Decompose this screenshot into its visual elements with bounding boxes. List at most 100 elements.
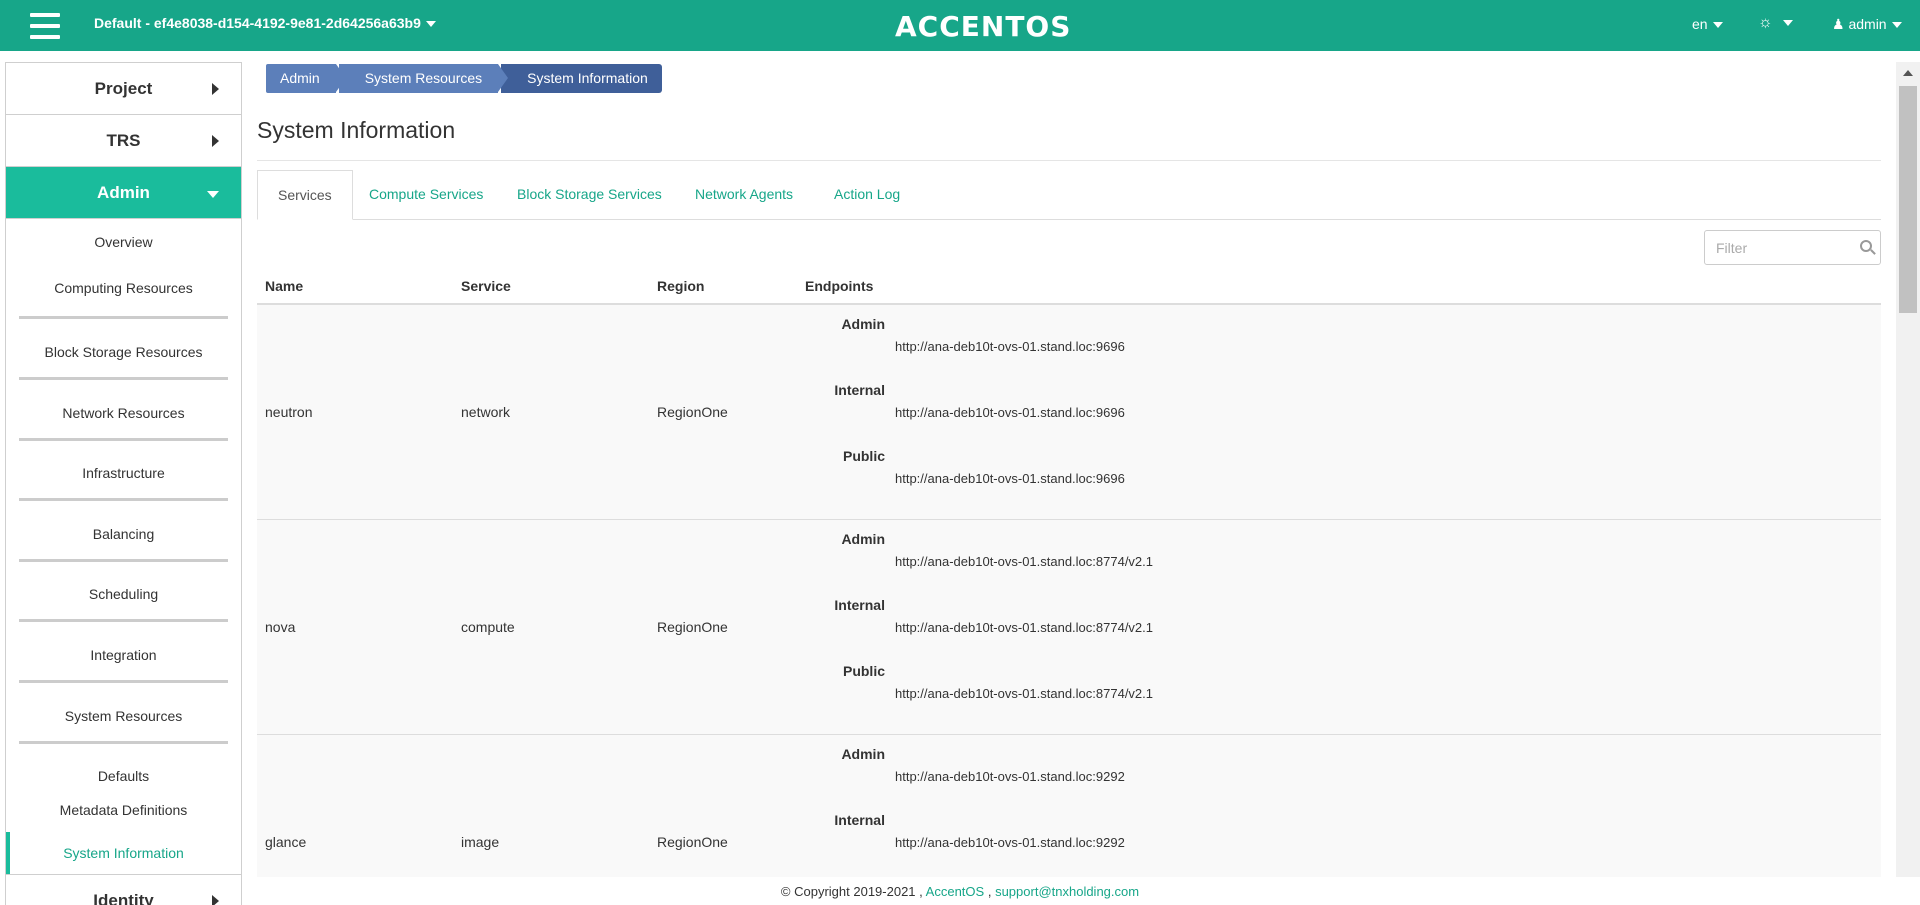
sidebar-section-trs[interactable]: TRS <box>6 115 241 167</box>
endpoint-label-internal: Internal <box>834 812 885 828</box>
chevron-down-icon <box>1712 22 1723 29</box>
endpoint-label-public: Public <box>842 663 885 679</box>
menu-toggle-icon[interactable] <box>30 13 60 39</box>
sidebar-item-block-storage-resources[interactable]: Block Storage Resources <box>6 319 241 380</box>
tab-action-log[interactable]: Action Log <box>834 170 900 220</box>
page-title: System Information <box>257 117 456 143</box>
cell-name: glance <box>265 834 307 850</box>
cell-service: image <box>461 834 500 850</box>
services-table: Name Service Region Endpoints neutron ne… <box>257 274 1881 877</box>
user-menu[interactable]: ♟ admin <box>1832 16 1902 33</box>
footer-separator: , <box>987 884 992 899</box>
sidebar-item-overview[interactable]: Overview <box>6 219 241 267</box>
sidebar-item-label: Computing Resources <box>54 280 193 296</box>
endpoint-label-public: Public <box>842 448 885 464</box>
chevron-right-icon <box>212 83 219 95</box>
sidebar-item-label: Overview <box>94 234 153 250</box>
project-selector-label: Default - ef4e8038-d154-4192-9e81-2d6425… <box>94 15 421 31</box>
filter-box <box>1704 230 1881 265</box>
scrollbar-thumb[interactable] <box>1899 86 1917 313</box>
endpoint-url-internal: http://ana-deb10t-ovs-01.stand.loc:9292 <box>895 835 1125 850</box>
cell-region: RegionOne <box>657 834 728 850</box>
scroll-up-icon[interactable] <box>1903 70 1913 76</box>
column-header-service[interactable]: Service <box>461 278 511 294</box>
endpoint-url-admin: http://ana-deb10t-ovs-01.stand.loc:8774/… <box>895 554 1154 569</box>
user-name: admin <box>1848 16 1887 32</box>
copyright-text: © Copyright 2019-2021 , <box>780 884 923 899</box>
chevron-down-icon <box>425 21 436 28</box>
sidebar-item-integration[interactable]: Integration <box>6 622 241 683</box>
column-header-endpoints[interactable]: Endpoints <box>805 278 873 294</box>
endpoint-url-admin: http://ana-deb10t-ovs-01.stand.loc:9292 <box>895 769 1125 784</box>
sidebar-item-label: Infrastructure <box>82 465 165 481</box>
endpoint-url-public: http://ana-deb10t-ovs-01.stand.loc:9696 <box>895 471 1125 486</box>
column-header-region[interactable]: Region <box>657 278 704 294</box>
footer: © Copyright 2019-2021 , AccentOS , suppo… <box>0 884 1920 899</box>
sidebar-item-label: Integration <box>90 647 157 663</box>
cell-service: network <box>461 404 511 420</box>
endpoint-label-admin: Admin <box>841 316 885 332</box>
theme-selector[interactable]: ☼ <box>1758 14 1793 32</box>
sidebar-section-label: Project <box>94 79 153 98</box>
cell-name: nova <box>265 619 296 635</box>
sidebar-item-scheduling[interactable]: Scheduling <box>6 562 241 622</box>
chevron-right-icon <box>212 135 219 147</box>
cell-service: compute <box>461 619 515 635</box>
column-header-name[interactable]: Name <box>265 278 303 294</box>
cell-region: RegionOne <box>657 619 728 635</box>
sidebar-item-label: Scheduling <box>88 586 159 602</box>
table-row: nova compute RegionOne Admin http://ana-… <box>257 520 1881 735</box>
user-icon: ♟ <box>1832 16 1845 32</box>
table-row: neutron network RegionOne Admin http://a… <box>257 305 1881 520</box>
endpoint-url-admin: http://ana-deb10t-ovs-01.stand.loc:9696 <box>895 339 1125 354</box>
breadcrumb-system-information[interactable]: System Information <box>501 64 662 93</box>
endpoint-url-internal: http://ana-deb10t-ovs-01.stand.loc:9696 <box>895 405 1125 420</box>
search-icon[interactable] <box>1860 240 1872 252</box>
filter-input[interactable] <box>1705 231 1845 264</box>
brand-logo: ACCENTOS <box>895 10 1072 43</box>
table-row: glance image RegionOne Admin http://ana-… <box>257 735 1881 877</box>
endpoint-url-internal: http://ana-deb10t-ovs-01.stand.loc:8774/… <box>895 620 1154 635</box>
sidebar-item-label: Metadata Definitions <box>59 802 188 818</box>
top-navbar: Default - ef4e8038-d154-4192-9e81-2d6425… <box>0 0 1920 51</box>
cell-region: RegionOne <box>657 404 728 420</box>
tab-network-agents[interactable]: Network Agents <box>695 170 793 220</box>
support-email-link[interactable]: support@tnxholding.com <box>995 884 1139 899</box>
tab-block-storage-services[interactable]: Block Storage Services <box>517 170 662 220</box>
sidebar-item-system-information[interactable]: System Information <box>6 832 241 874</box>
sidebar-item-label: Balancing <box>92 526 155 542</box>
accentos-link[interactable]: AccentOS <box>926 884 985 899</box>
sidebar-item-label: Network Resources <box>62 405 185 421</box>
cell-name: neutron <box>265 404 313 420</box>
sidebar-item-balancing[interactable]: Balancing <box>6 501 241 562</box>
table-header: Name Service Region Endpoints <box>257 274 1881 305</box>
chevron-down-icon <box>207 191 219 198</box>
chevron-down-icon <box>1782 19 1793 26</box>
tab-compute-services[interactable]: Compute Services <box>369 170 483 220</box>
sidebar-item-label: Defaults <box>97 768 150 784</box>
language-selector[interactable]: en <box>1692 16 1723 32</box>
breadcrumb: Admin System Resources System Informatio… <box>266 64 665 93</box>
sidebar-item-metadata-definitions[interactable]: Metadata Definitions <box>6 790 241 832</box>
sidebar-item-infrastructure[interactable]: Infrastructure <box>6 441 241 501</box>
tab-services[interactable]: Services <box>257 170 353 220</box>
endpoint-url-public: http://ana-deb10t-ovs-01.stand.loc:8774/… <box>895 686 1154 701</box>
breadcrumb-system-resources[interactable]: System Resources <box>338 64 509 93</box>
chevron-down-icon <box>1891 22 1902 29</box>
sidebar-section-admin[interactable]: Admin <box>6 167 241 219</box>
main-content: Admin System Resources System Informatio… <box>257 62 1881 877</box>
page-scrollbar[interactable] <box>1896 62 1920 877</box>
sidebar-item-label: System Information <box>63 845 184 861</box>
sidebar-item-network-resources[interactable]: Network Resources <box>6 380 241 441</box>
endpoint-label-admin: Admin <box>841 746 885 762</box>
project-selector[interactable]: Default - ef4e8038-d154-4192-9e81-2d6425… <box>94 15 436 31</box>
sidebar-item-defaults[interactable]: Defaults <box>6 744 241 790</box>
sidebar-item-label: Block Storage Resources <box>44 344 203 360</box>
sidebar-section-project[interactable]: Project <box>6 63 241 115</box>
breadcrumb-admin[interactable]: Admin <box>266 64 346 93</box>
sidebar-section-label: Admin <box>97 183 150 202</box>
sidebar-item-computing-resources[interactable]: Computing Resources <box>6 267 241 319</box>
divider <box>257 160 1881 161</box>
sidebar-item-system-resources[interactable]: System Resources <box>6 683 241 744</box>
endpoint-label-internal: Internal <box>834 597 885 613</box>
